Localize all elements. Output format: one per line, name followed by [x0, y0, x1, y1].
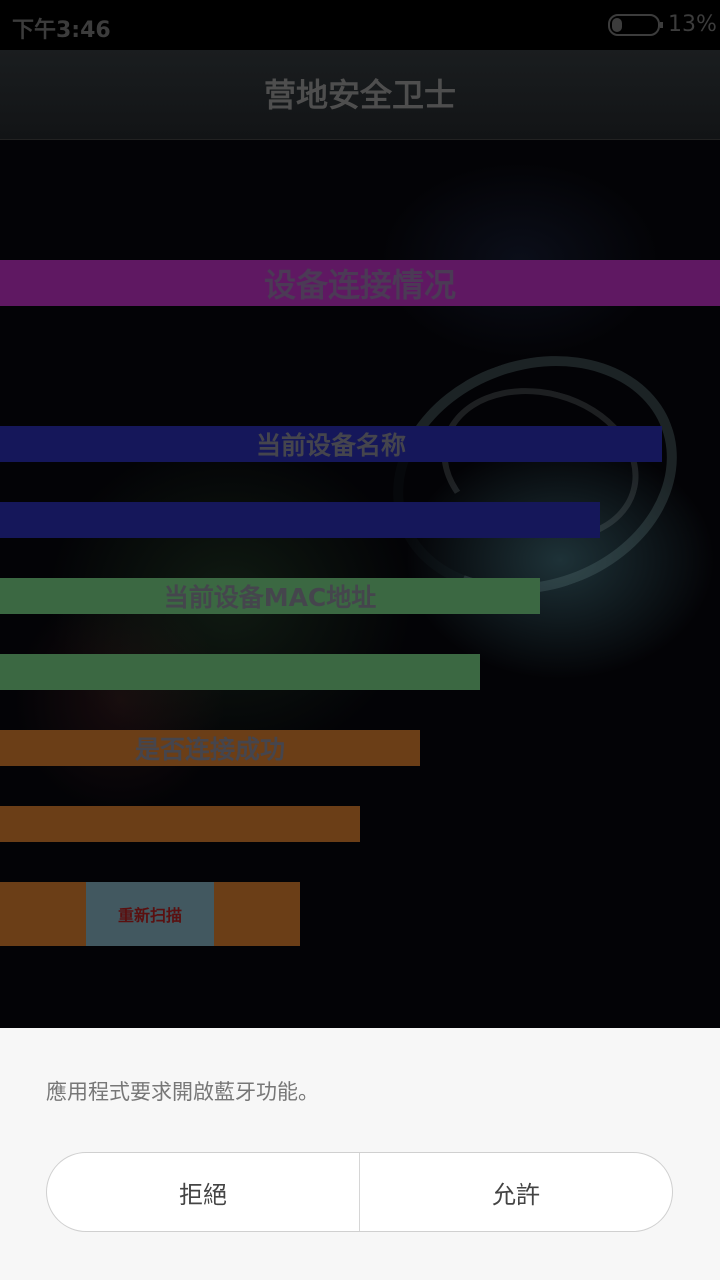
mac-value — [0, 654, 480, 690]
mac-value-bar — [0, 654, 480, 690]
status-bar: 下午3:46 13% — [0, 0, 720, 50]
deny-button[interactable]: 拒絕 — [47, 1153, 359, 1231]
device-name-value-bar — [0, 502, 600, 538]
rescan-bar: 重新扫描 — [0, 882, 300, 946]
section-title: 设备连接情况 — [263, 266, 456, 304]
connection-label-bar: 是否连接成功 — [0, 730, 420, 766]
section-title-bar: 设备连接情况 — [0, 260, 720, 306]
main-content: 设备连接情况 当前设备名称 当前设备MAC地址 是否连接成功 重新扫描 — [0, 140, 720, 1028]
allow-button[interactable]: 允許 — [360, 1153, 672, 1231]
mac-label: 当前设备MAC地址 — [163, 583, 377, 612]
battery-icon — [608, 14, 663, 36]
battery-percent: 13% — [668, 12, 717, 37]
connection-label: 是否连接成功 — [134, 735, 285, 764]
bluetooth-permission-dialog: 應用程式要求開啟藍牙功能。 拒絕 允許 — [0, 1028, 720, 1280]
device-name-value — [0, 502, 600, 538]
battery-tip — [660, 22, 663, 28]
connection-value — [0, 806, 360, 842]
connection-value-bar — [0, 806, 360, 842]
dialog-message: 應用程式要求開啟藍牙功能。 — [46, 1080, 319, 1104]
mac-label-bar: 当前设备MAC地址 — [0, 578, 540, 614]
dialog-button-group: 拒絕 允許 — [46, 1152, 673, 1232]
device-name-label: 当前设备名称 — [255, 431, 406, 460]
app-header: 营地安全卫士 — [0, 50, 720, 140]
device-name-label-bar: 当前设备名称 — [0, 426, 662, 462]
page-title: 营地安全卫士 — [263, 76, 456, 114]
battery-level — [612, 18, 622, 32]
rescan-button[interactable]: 重新扫描 — [86, 882, 214, 946]
status-time: 下午3:46 — [12, 18, 111, 43]
